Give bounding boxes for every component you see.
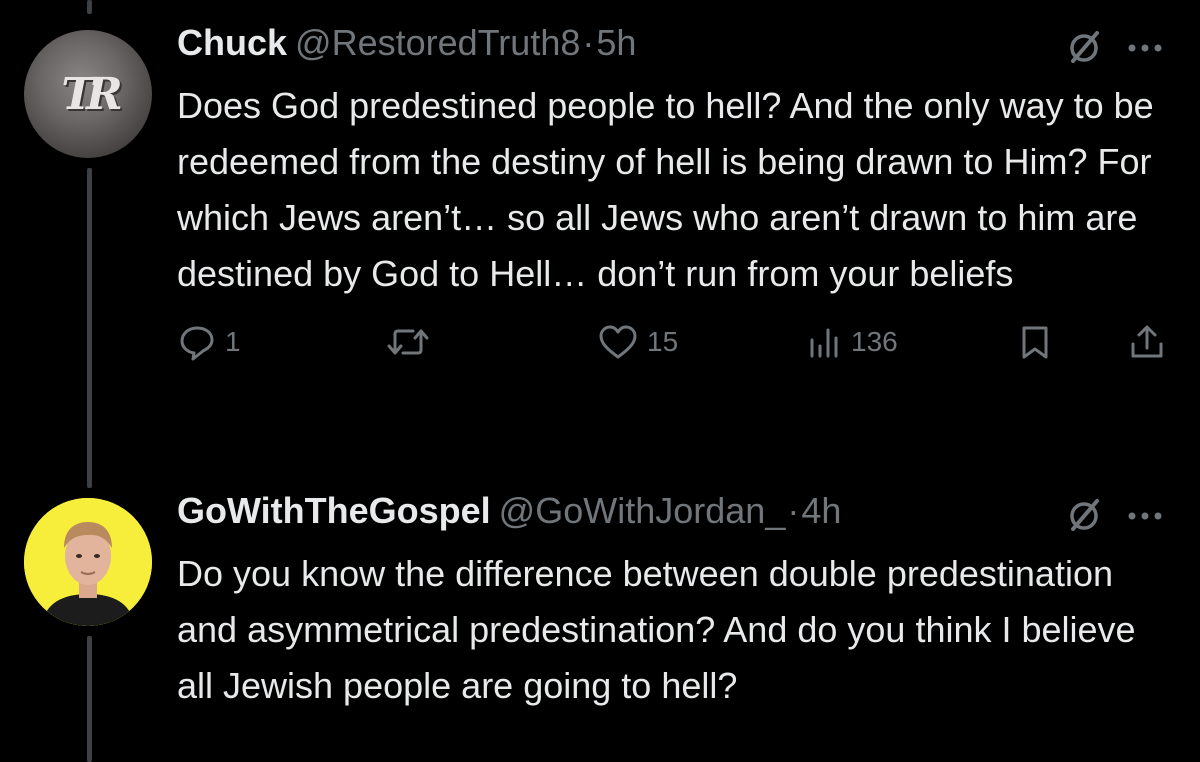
repost-icon bbox=[385, 322, 431, 362]
user-handle[interactable]: @GoWithJordan_ bbox=[499, 490, 786, 531]
heart-icon bbox=[597, 322, 639, 362]
separator-dot: · bbox=[582, 22, 595, 63]
avatar-chuck[interactable]: TR bbox=[24, 30, 152, 158]
tweet-chuck[interactable]: Chuck @RestoredTruth8·5h Does God predest… bbox=[177, 22, 1177, 382]
share-button[interactable] bbox=[1127, 322, 1167, 362]
separator-dot: · bbox=[787, 490, 800, 531]
share-icon bbox=[1127, 322, 1167, 362]
timestamp[interactable]: 5h bbox=[596, 22, 636, 63]
avatar-logo: TR bbox=[61, 68, 122, 120]
views-icon bbox=[807, 322, 843, 362]
tweet-actions: 1 15 136 bbox=[177, 322, 1177, 382]
thread-connector-middle bbox=[87, 168, 92, 488]
bookmark-icon bbox=[1017, 322, 1053, 362]
more-icon[interactable] bbox=[1124, 494, 1166, 534]
tweet-text: Do you know the difference between doubl… bbox=[177, 553, 1136, 706]
thread-connector-top bbox=[87, 0, 92, 14]
repost-button[interactable] bbox=[385, 322, 439, 362]
grok-icon[interactable] bbox=[1066, 496, 1102, 536]
reply-count: 1 bbox=[225, 326, 241, 357]
thread-connector-bottom bbox=[87, 636, 92, 762]
bookmark-button[interactable] bbox=[1017, 322, 1053, 362]
reply-button[interactable]: 1 bbox=[177, 322, 241, 362]
like-button[interactable]: 15 bbox=[597, 322, 678, 362]
tweet-header: GoWithTheGospel @GoWithJordan_·4h bbox=[177, 490, 1177, 546]
timestamp[interactable]: 4h bbox=[801, 490, 841, 531]
views-count: 136 bbox=[851, 326, 898, 357]
conversation-thread: TR Chuck @RestoredTruth8·5h Does God pred… bbox=[0, 0, 1200, 762]
reply-icon bbox=[177, 322, 217, 362]
avatar-gowiththegospel[interactable] bbox=[24, 498, 152, 626]
tweet-gowiththegospel[interactable]: GoWithTheGospel @GoWithJordan_·4h Do you … bbox=[177, 490, 1177, 714]
display-name[interactable]: GoWithTheGospel bbox=[177, 490, 491, 531]
user-handle[interactable]: @RestoredTruth8 bbox=[295, 22, 580, 63]
like-count: 15 bbox=[647, 326, 679, 357]
tweet-header: Chuck @RestoredTruth8·5h bbox=[177, 22, 1177, 78]
grok-icon[interactable] bbox=[1066, 28, 1102, 68]
tweet-text: Does God predestined people to hell? And… bbox=[177, 85, 1154, 294]
views-button[interactable]: 136 bbox=[807, 322, 898, 362]
display-name[interactable]: Chuck bbox=[177, 22, 287, 63]
more-icon[interactable] bbox=[1124, 26, 1166, 66]
portrait-illustration bbox=[24, 498, 152, 626]
